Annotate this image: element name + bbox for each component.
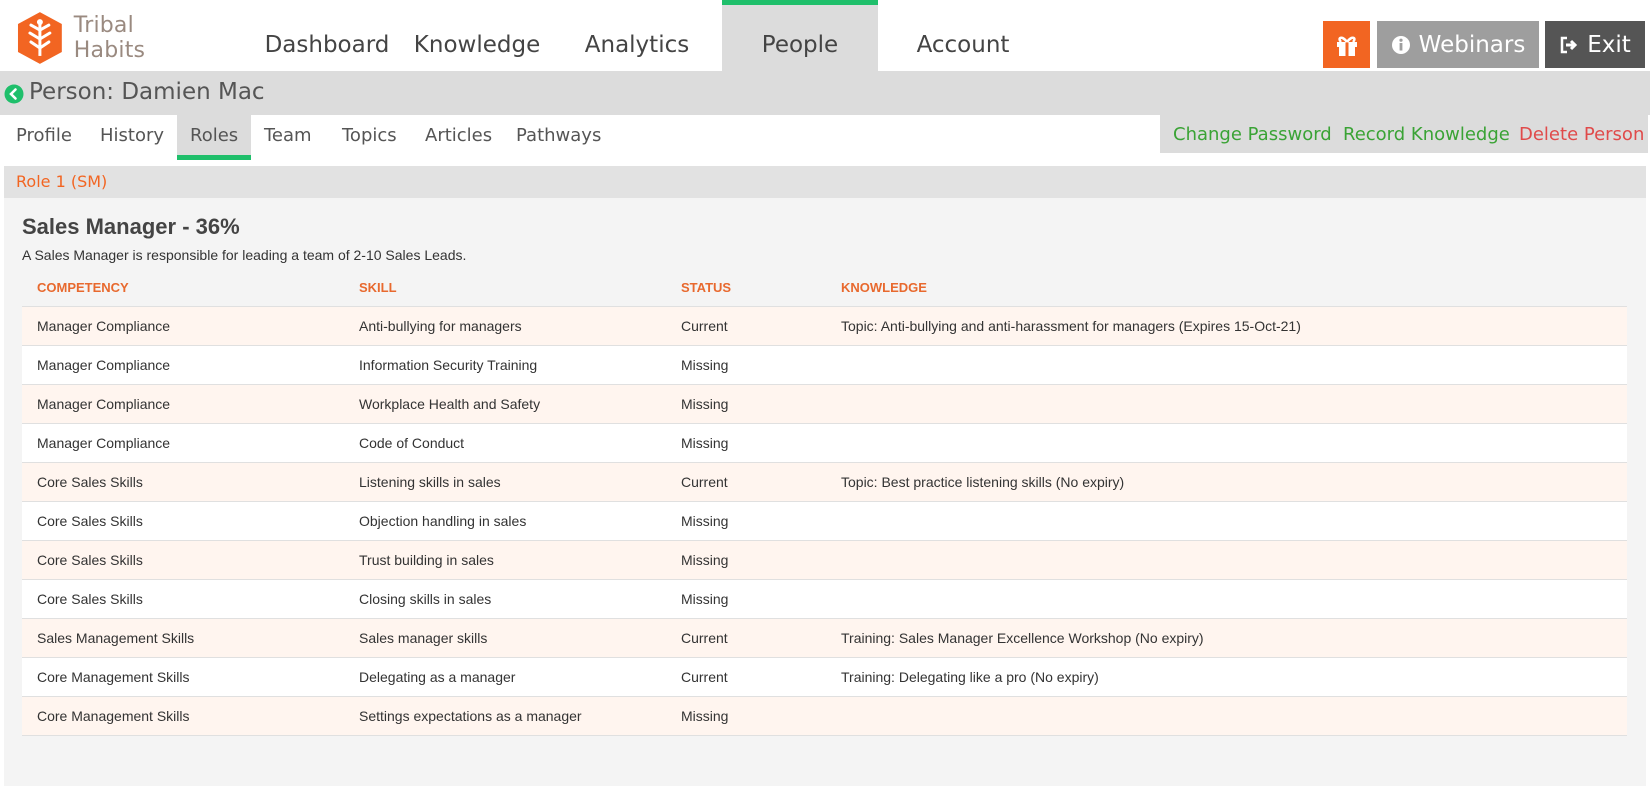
tab-roles[interactable]: Roles — [177, 115, 252, 160]
person-actions: Change Password Record Knowledge Delete … — [1160, 115, 1648, 153]
tab-profile[interactable]: Profile — [16, 115, 72, 160]
tab-articles[interactable]: Articles — [425, 115, 492, 160]
tab-topics[interactable]: Topics — [342, 115, 397, 160]
webinars-label: Webinars — [1418, 31, 1526, 58]
knowledge-cell — [826, 383, 1627, 423]
logo[interactable]: Tribal Habits — [12, 10, 212, 66]
role-title: Sales Manager - 36% — [22, 214, 240, 239]
sign-out-icon — [1559, 35, 1579, 55]
skill-cell: Information Security Training — [344, 344, 666, 384]
info-icon — [1391, 35, 1411, 55]
status-cell: Missing — [666, 344, 826, 384]
table-row: Sales Management Skills Sales manager sk… — [22, 617, 1627, 657]
role-label: Role 1 (SM) — [16, 172, 108, 191]
nav-analytics[interactable]: Analytics — [552, 0, 722, 71]
table-row: Manager Compliance Workplace Health and … — [22, 383, 1627, 423]
gift-icon — [1336, 36, 1357, 56]
status-cell: Current — [666, 656, 826, 696]
competency-cell: Manager Compliance — [22, 383, 344, 423]
nav-people[interactable]: People — [722, 0, 878, 71]
nav-account[interactable]: Account — [878, 0, 1048, 71]
nav-knowledge[interactable]: Knowledge — [402, 0, 552, 71]
competency-cell: Core Sales Skills — [22, 461, 344, 501]
knowledge-cell — [826, 500, 1627, 540]
skill-cell: Code of Conduct — [344, 422, 666, 462]
page-title: Person: Damien Mac — [29, 79, 265, 105]
exit-label: Exit — [1587, 31, 1631, 58]
competency-cell: Manager Compliance — [22, 305, 344, 345]
column-header-competency: COMPETENCY — [37, 280, 129, 296]
change-password-link[interactable]: Change Password — [1173, 124, 1332, 145]
status-cell: Current — [666, 617, 826, 657]
table-row: Core Management Skills Delegating as a m… — [22, 656, 1627, 696]
back-circle-icon[interactable] — [4, 84, 24, 104]
competency-cell: Core Management Skills — [22, 695, 344, 736]
knowledge-cell — [826, 578, 1627, 618]
skill-cell: Anti-bullying for managers — [344, 305, 666, 345]
column-header-status: STATUS — [681, 280, 732, 296]
table-row: Core Sales Skills Objection handling in … — [22, 500, 1627, 540]
knowledge-cell — [826, 422, 1627, 462]
person-subtabs: Profile History Roles Team Topics Articl… — [0, 115, 1650, 160]
competency-cell: Manager Compliance — [22, 344, 344, 384]
knowledge-cell: Topic: Best practice listening skills (N… — [826, 461, 1627, 501]
logo-text: Tribal Habits — [73, 13, 146, 63]
skills-table: COMPETENCY SKILL STATUS KNOWLEDGE Manage… — [22, 270, 1627, 736]
skill-cell: Listening skills in sales — [344, 461, 666, 501]
column-header-skill: SKILL — [359, 280, 397, 296]
skill-cell: Workplace Health and Safety — [344, 383, 666, 423]
role-header[interactable]: Role 1 (SM) — [4, 166, 1646, 198]
knowledge-cell — [826, 539, 1627, 579]
role-panel: Role 1 (SM) Sales Manager - 36% A Sales … — [4, 166, 1646, 786]
status-cell: Current — [666, 461, 826, 501]
knowledge-cell: Training: Sales Manager Excellence Works… — [826, 617, 1627, 657]
table-row: Manager Compliance Information Security … — [22, 344, 1627, 384]
status-cell: Missing — [666, 695, 826, 736]
competency-cell: Sales Management Skills — [22, 617, 344, 657]
competency-cell: Core Management Skills — [22, 656, 344, 696]
table-row: Core Sales Skills Closing skills in sale… — [22, 578, 1627, 618]
knowledge-cell: Topic: Anti-bullying and anti-harassment… — [826, 305, 1627, 345]
table-row: Manager Compliance Anti-bullying for man… — [22, 305, 1627, 345]
skill-cell: Settings expectations as a manager — [344, 695, 666, 736]
skill-cell: Sales manager skills — [344, 617, 666, 657]
knowledge-cell — [826, 695, 1627, 736]
table-row: Manager Compliance Code of Conduct Missi… — [22, 422, 1627, 462]
nav-dashboard[interactable]: Dashboard — [252, 0, 402, 71]
skill-cell: Closing skills in sales — [344, 578, 666, 618]
tab-team[interactable]: Team — [264, 115, 312, 160]
exit-button[interactable]: Exit — [1545, 21, 1645, 68]
status-cell: Missing — [666, 539, 826, 579]
status-cell: Missing — [666, 500, 826, 540]
table-row: Core Sales Skills Listening skills in sa… — [22, 461, 1627, 501]
person-bar: Person: Damien Mac — [0, 71, 1650, 115]
competency-cell: Manager Compliance — [22, 422, 344, 462]
role-description: A Sales Manager is responsible for leadi… — [22, 247, 467, 263]
webinars-button[interactable]: Webinars — [1377, 21, 1539, 68]
table-header-row: COMPETENCY SKILL STATUS KNOWLEDGE — [22, 270, 1627, 306]
knowledge-cell — [826, 344, 1627, 384]
main-nav: Dashboard Knowledge Analytics People Acc… — [252, 0, 1048, 71]
status-cell: Missing — [666, 578, 826, 618]
gift-button[interactable] — [1323, 21, 1370, 68]
top-header: Tribal Habits Dashboard Knowledge Analyt… — [0, 0, 1650, 71]
skill-cell: Trust building in sales — [344, 539, 666, 579]
knowledge-cell: Training: Delegating like a pro (No expi… — [826, 656, 1627, 696]
skill-cell: Objection handling in sales — [344, 500, 666, 540]
record-knowledge-link[interactable]: Record Knowledge — [1343, 124, 1510, 145]
competency-cell: Core Sales Skills — [22, 500, 344, 540]
competency-cell: Core Sales Skills — [22, 578, 344, 618]
skill-cell: Delegating as a manager — [344, 656, 666, 696]
tab-pathways[interactable]: Pathways — [516, 115, 601, 160]
competency-cell: Core Sales Skills — [22, 539, 344, 579]
delete-person-link[interactable]: Delete Person — [1519, 124, 1644, 145]
status-cell: Missing — [666, 383, 826, 423]
tribal-habits-logo-icon — [17, 12, 62, 64]
status-cell: Missing — [666, 422, 826, 462]
table-row: Core Management Skills Settings expectat… — [22, 695, 1627, 736]
table-row: Core Sales Skills Trust building in sale… — [22, 539, 1627, 579]
tab-history[interactable]: History — [100, 115, 164, 160]
status-cell: Current — [666, 305, 826, 345]
column-header-knowledge: KNOWLEDGE — [841, 280, 927, 296]
